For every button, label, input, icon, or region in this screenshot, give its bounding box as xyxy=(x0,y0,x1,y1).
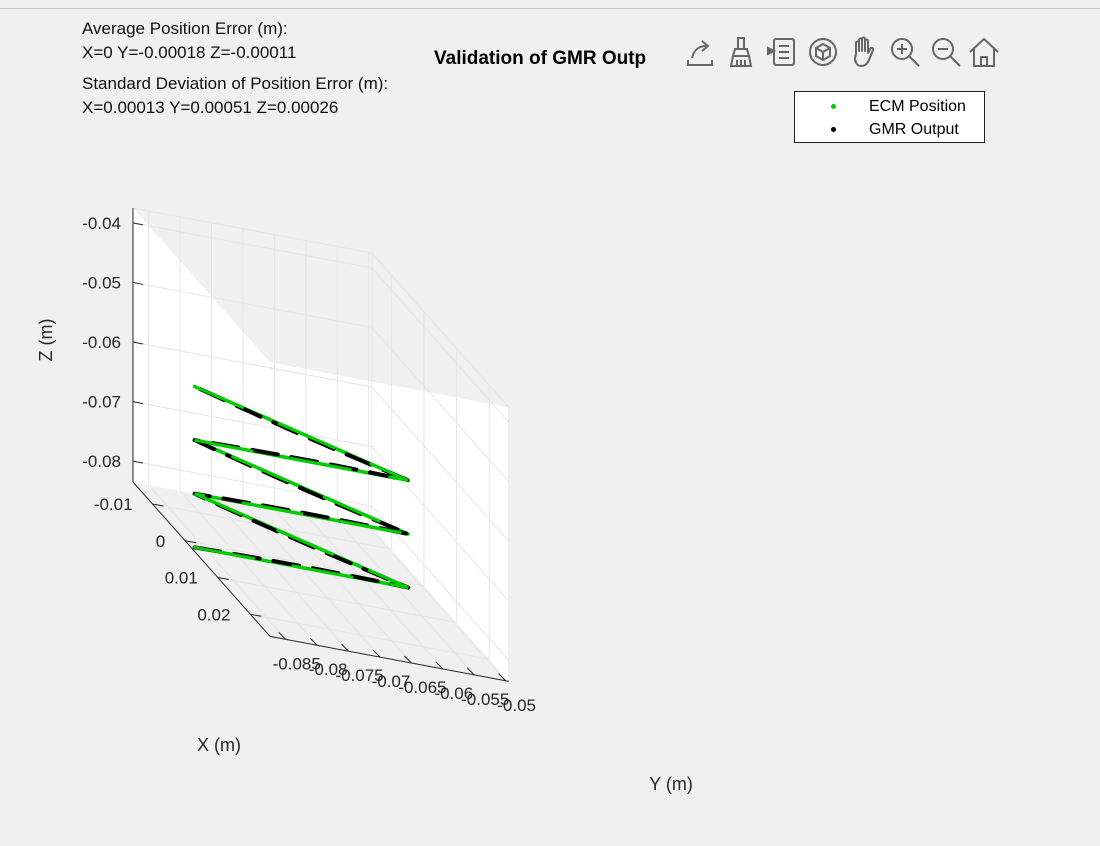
std-error-values: X=0.00013 Y=0.00051 Z=0.00026 xyxy=(82,98,339,117)
legend-marker-gmr xyxy=(831,127,836,132)
avg-error-title: Average Position Error (m): xyxy=(82,19,288,38)
x-tick-label-2: 0.01 xyxy=(165,569,198,588)
pan-icon[interactable] xyxy=(846,34,882,70)
z-tick-label-0: -0.04 xyxy=(82,214,121,233)
brush-icon[interactable] xyxy=(723,34,759,70)
box-edge-top-back xyxy=(132,207,372,254)
z-axis-label: Z (m) xyxy=(36,319,56,362)
zoom-in-icon[interactable] xyxy=(887,34,923,70)
legend-marker-ecm xyxy=(831,104,836,109)
avg-error-values: X=0 Y=-0.00018 Z=-0.00011 xyxy=(82,43,297,62)
legend-item-ecm[interactable]: ECM Position xyxy=(795,96,984,118)
export-icon[interactable] xyxy=(682,34,718,70)
chart-title: Validation of GMR Outp xyxy=(434,48,647,69)
x-tick-label-1: 0 xyxy=(156,532,165,551)
y-tick-label-7: -0.05 xyxy=(497,696,536,715)
legend-item-gmr[interactable]: GMR Output xyxy=(795,119,984,141)
legend[interactable]: ECM Position GMR Output xyxy=(794,91,985,143)
x-axis-label: X (m) xyxy=(197,735,241,755)
legend-label-ecm: ECM Position xyxy=(869,98,966,115)
z-tick-label-3: -0.07 xyxy=(82,393,121,412)
data-tip-icon[interactable] xyxy=(764,34,800,70)
rotate-3d-icon[interactable] xyxy=(805,34,841,70)
z-tick-label-2: -0.06 xyxy=(82,333,121,352)
grid-line-floor-x-3 xyxy=(250,613,490,660)
figure-window: -0.04 -0.05 -0.06 -0.07 -0.08 -0.01 0 0.01 0.02 -… xyxy=(0,0,1100,846)
std-error-title: Standard Deviation of Position Error (m)… xyxy=(82,74,389,93)
y-axis-label: Y (m) xyxy=(649,774,693,794)
x-tick-label-0: -0.01 xyxy=(94,495,133,514)
x-tick-label-3: 0.02 xyxy=(197,605,230,624)
axes-toolbar xyxy=(682,34,1002,74)
grid-line-floor-x-2 xyxy=(217,577,457,624)
legend-label-gmr: GMR Output xyxy=(869,121,959,138)
z-tick-label-1: -0.05 xyxy=(82,273,121,292)
zoom-out-icon[interactable] xyxy=(928,34,964,70)
home-icon[interactable] xyxy=(966,34,1002,70)
z-tick-label-4: -0.08 xyxy=(82,452,121,471)
box-edge-top-side xyxy=(371,252,510,408)
